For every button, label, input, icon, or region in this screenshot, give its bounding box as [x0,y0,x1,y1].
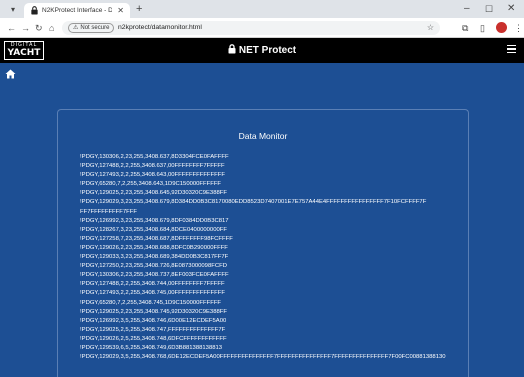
menu-icon[interactable]: ▾ [6,3,20,16]
log-line: !PDGY,127488,2,2,255,3408.637,00FFFFFFFF… [80,163,225,170]
maximize-icon[interactable]: ☐ [485,2,493,16]
log-line: !PDGY,127250,2,23,255,3408.726,8E0873000… [80,263,227,270]
favicon-icon [31,6,38,15]
log-line: !PDGY,127493,2,2,255,3408.745,00FFFFFFFF… [80,290,225,297]
url-bar[interactable]: ⚠ Not secure n2kprotect/datamonitor.html… [62,21,440,35]
minimize-icon[interactable]: – [464,2,470,16]
log-line: !PDGY,129025,2,5,255,3408.747,FFFFFFFFFF… [80,326,226,333]
log-line: FF7FFFFFFFFF7FFF [80,208,137,215]
forward-icon[interactable]: → [21,22,30,34]
log-line: !PDGY,127488,2,2,255,3408.744,00FFFFFFFF… [80,281,225,288]
log-line: !PDGY,130306,2,23,255,3408.637,8D3304FCE… [80,154,229,160]
log-line: !PDGY,127258,7,23,255,3408.687,8DFFFFFFF… [80,235,233,242]
address-bar: ← → ↻ ⌂ ⚠ Not secure n2kprotect/datamoni… [0,18,524,38]
log-line: !PDGY,130306,2,23,255,3408.737,8EF003FCE… [80,272,229,279]
close-icon[interactable]: ✕ [117,4,124,17]
sidebar-icon[interactable]: ▯ [480,22,485,34]
window-close-icon[interactable]: ✕ [507,2,515,16]
home-button-icon[interactable]: ⌂ [49,22,54,34]
home-icon[interactable] [5,69,16,79]
url-text[interactable]: n2kprotect/datamonitor.html [118,22,202,34]
extensions-icon[interactable]: ⧉ [462,22,468,34]
log-line: !PDGY,129025,2,23,255,3408.645,92D30320C… [80,190,227,197]
back-icon[interactable]: ← [7,22,16,34]
reload-icon[interactable]: ↻ [35,22,43,34]
log-line: !PDGY,65280,7,2,255,3408.745,1D9C150000F… [80,299,222,306]
log-line: !PDGY,129029,3,5,255,3408.768,6DE12ECDEF… [80,354,446,361]
data-monitor-log: !PDGY,130306,2,23,255,3408.637,8D3304FCE… [80,153,460,362]
log-line: !PDGY,129033,3,23,255,3408.689,384DD0B3C… [80,254,229,261]
app-title-text: NET Protect [238,45,297,56]
log-line: !PDGY,126992,3,23,255,3408.679,8DF0384DD… [80,217,229,224]
app-header: DIGITAL YACHT NET Protect [0,38,524,63]
tab-strip: ▾ N2KProtect Interface - Datamo ✕ + – ☐ … [0,0,524,18]
log-line: !PDGY,129539,6,5,255,3408.749,6D3B881388… [80,344,223,351]
log-line: !PDGY,126992,3,5,255,3408.746,6D00E12ECD… [80,317,227,324]
log-line: !PDGY,129026,2,5,255,3408.748,6DFCFFFFFF… [80,335,227,342]
lock-icon [228,44,236,54]
panel-title: Data Monitor [238,131,288,141]
log-line: !PDGY,128267,3,23,255,3408.684,8DCE04000… [80,226,227,233]
tab-title: N2KProtect Interface - Datamo [42,7,112,14]
security-label: Not secure [80,24,110,31]
new-tab-button[interactable]: + [136,3,142,16]
browser-tab[interactable]: N2KProtect Interface - Datamo ✕ [24,3,130,18]
kebab-icon[interactable]: ⋮ [514,22,523,34]
star-icon[interactable]: ☆ [427,22,434,34]
security-indicator[interactable]: ⚠ Not secure [68,23,115,33]
log-line: !PDGY,129026,2,23,255,3408.688,8DFC0B290… [80,244,228,251]
log-line: !PDGY,129029,3,23,255,3408.679,8D384DD0B… [80,199,427,206]
app-title: NET Protect [0,44,524,57]
profile-icon[interactable] [496,22,507,33]
warning-icon: ⚠ [73,24,79,31]
hamburger-icon[interactable] [507,45,516,55]
page: DIGITAL YACHT NET Protect Data Monitor !… [0,38,524,377]
log-line: !PDGY,65280,7,2,255,3408.643,1D9C150000F… [80,181,222,188]
log-line: !PDGY,129025,2,23,255,3408.745,92D30320C… [80,308,227,315]
data-monitor-panel: Data Monitor !PDGY,130306,2,23,255,3408.… [57,109,469,377]
log-line: !PDGY,127493,2,2,255,3408.643,00FFFFFFFF… [80,172,225,179]
